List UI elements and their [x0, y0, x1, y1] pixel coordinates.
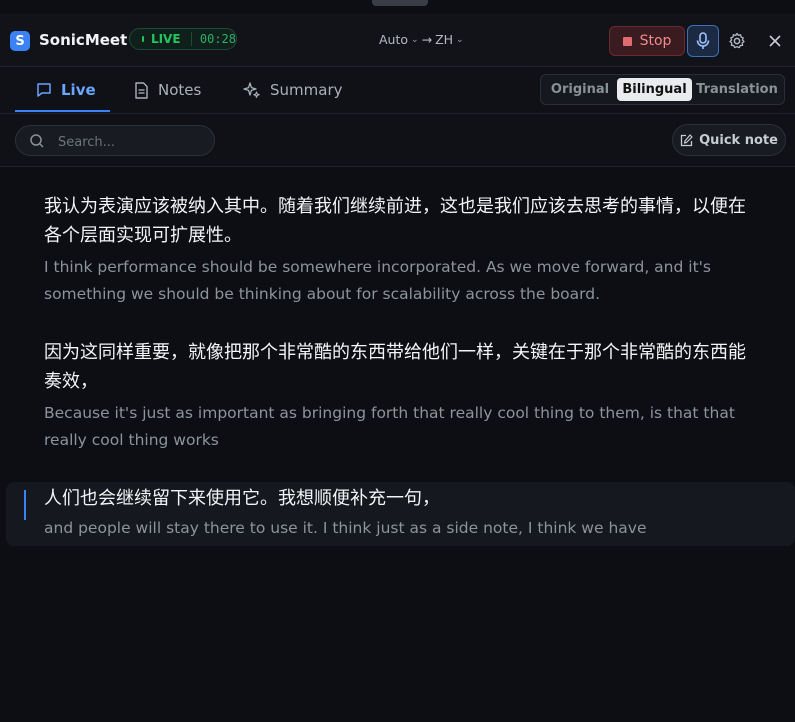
- view-mode-translation[interactable]: Translation: [692, 78, 782, 101]
- tab-notes-label: Notes: [158, 81, 202, 99]
- live-label: LIVE: [150, 32, 181, 46]
- tab-summary-label: Summary: [270, 81, 343, 99]
- document-icon: [135, 81, 148, 99]
- sparkles-icon: [243, 82, 260, 98]
- transcript-segment: 因为这同样重要，就像把那个非常酷的东西带给他们一样，关键在于那个非常酷的东西能奏…: [44, 338, 754, 454]
- target-language[interactable]: ZH: [435, 32, 453, 47]
- transcript-panel[interactable]: 我认为表演应该被纳入其中。随着我们继续前进，这也是我们应该去思考的事情，以便在各…: [0, 168, 795, 722]
- title-bar: S SonicMeet LIVE 00:28 Auto ⌄ → ZH ⌄ Sto…: [0, 14, 795, 67]
- segment-translation-text: I think performance should be somewhere …: [44, 258, 711, 303]
- toolbar-row: Quick note: [0, 114, 795, 167]
- segment-translation-text: and people will stay there to use it. I …: [44, 519, 647, 537]
- segment-original-text: 因为这同样重要，就像把那个非常酷的东西带给他们一样，关键在于那个非常酷的东西能奏…: [44, 342, 746, 392]
- transcript-segment-current: 人们也会继续留下来使用它。我想顺便补充一句， and people will s…: [44, 484, 754, 542]
- app-logo: S: [10, 31, 30, 51]
- tab-live[interactable]: Live: [36, 67, 96, 113]
- segment-original-text: 人们也会继续留下来使用它。我想顺便补充一句，: [44, 488, 440, 509]
- language-selector[interactable]: Auto ⌄ → ZH ⌄: [379, 32, 464, 47]
- microphone-button[interactable]: [687, 25, 719, 57]
- stop-button[interactable]: Stop: [609, 26, 685, 56]
- search-icon: [30, 134, 44, 148]
- segment-translation-text: Because it's just as important as bringi…: [44, 404, 735, 449]
- tab-bar: Live Notes Summary Original Bilingual Tr…: [0, 67, 795, 114]
- view-mode-original[interactable]: Original: [543, 78, 617, 101]
- live-status-badge: LIVE 00:28: [129, 28, 237, 50]
- segment-original-text: 我认为表演应该被纳入其中。随着我们继续前进，这也是我们应该去思考的事情，以便在各…: [44, 196, 746, 246]
- active-tab-indicator: [15, 110, 110, 112]
- current-segment-indicator: [24, 490, 26, 520]
- chat-bubble-icon: [37, 83, 51, 97]
- quick-note-label: Quick note: [699, 132, 778, 148]
- view-mode-toggle: Original Bilingual Translation: [540, 74, 785, 105]
- close-icon: [769, 35, 781, 47]
- stop-label: Stop: [639, 33, 672, 49]
- source-language[interactable]: Auto: [379, 32, 408, 47]
- app-logo-letter: S: [15, 33, 25, 49]
- tab-live-label: Live: [61, 81, 96, 99]
- view-mode-bilingual[interactable]: Bilingual: [617, 78, 692, 101]
- settings-button[interactable]: [727, 31, 747, 51]
- transcript-segment: 我认为表演应该被纳入其中。随着我们继续前进，这也是我们应该去思考的事情，以便在各…: [44, 192, 754, 308]
- app-name: SonicMeet: [39, 31, 128, 49]
- close-button[interactable]: [765, 31, 785, 51]
- search-box[interactable]: [15, 125, 215, 156]
- elapsed-time: 00:28: [199, 32, 236, 46]
- tab-notes[interactable]: Notes: [134, 67, 201, 113]
- chevron-down-icon: ⌄: [411, 34, 419, 45]
- window-drag-handle[interactable]: [372, 0, 428, 6]
- tab-summary[interactable]: Summary: [243, 67, 343, 113]
- microphone-icon: [696, 32, 710, 49]
- quick-note-button[interactable]: Quick note: [672, 124, 786, 156]
- edit-note-icon: [680, 133, 693, 146]
- language-arrow: →: [421, 32, 433, 47]
- search-input[interactable]: [56, 131, 210, 153]
- live-dot-icon: [142, 36, 144, 42]
- stop-icon: [622, 36, 632, 46]
- chevron-down-icon: ⌄: [456, 34, 464, 45]
- gear-icon: [729, 32, 745, 49]
